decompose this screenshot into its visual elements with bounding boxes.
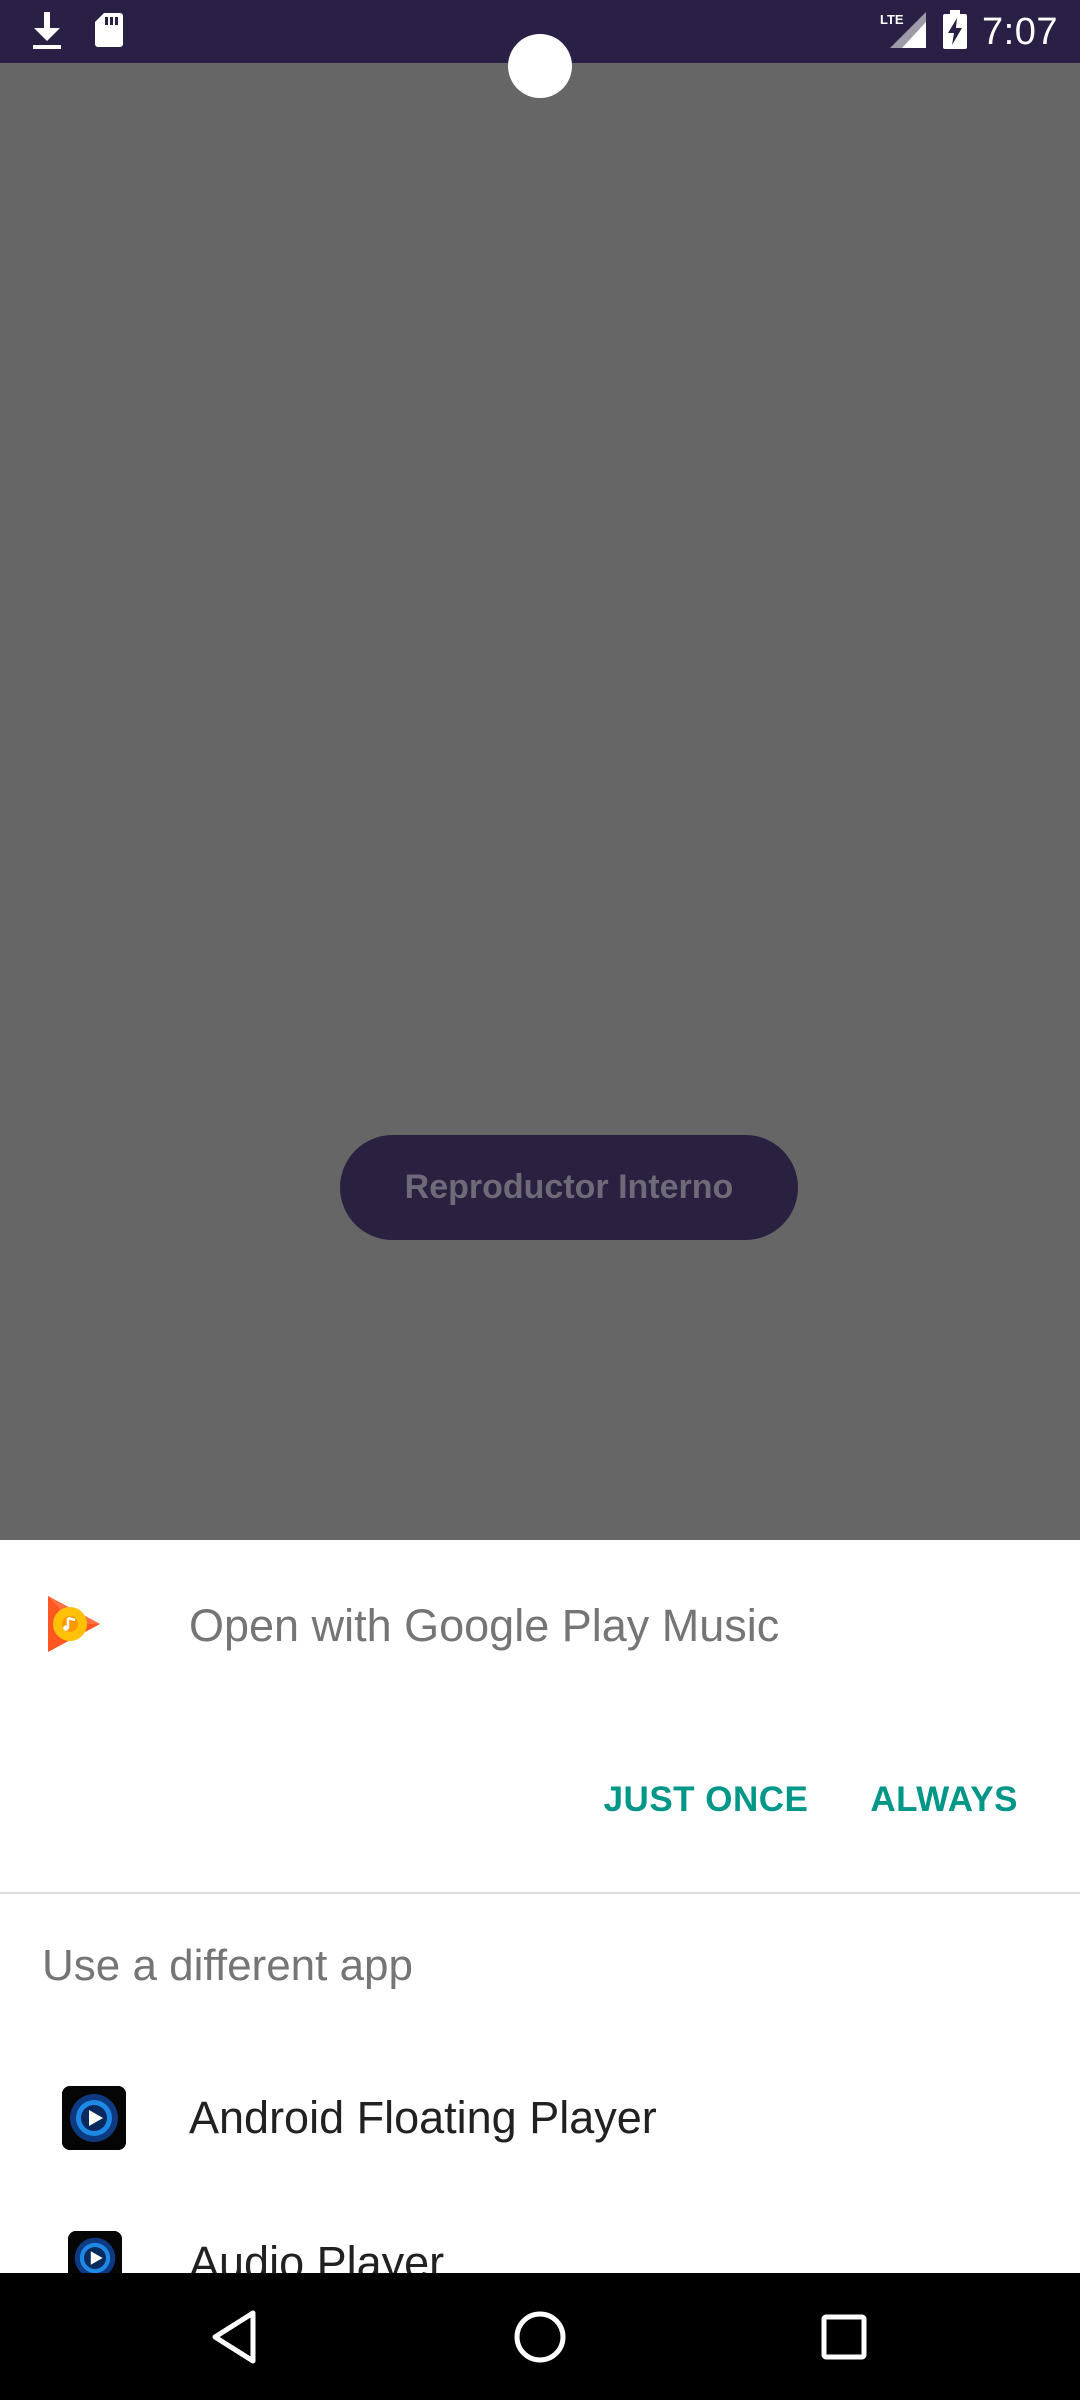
app-item-label: Audio Player [189,2237,445,2273]
status-notifications [30,10,124,54]
sheet-title: Open with Google Play Music [189,1600,780,1651]
status-bar: LTE 7:07 [0,0,1080,98]
screen: LTE 7:07 Reproductor Interno Open with G… [0,0,1080,2400]
use-different-app-label: Use a different app [42,1941,413,1990]
camera-cutout [508,34,572,98]
audio-player-icon [68,2231,122,2273]
app-item-label: Android Floating Player [189,2092,657,2143]
internal-player-button[interactable]: Reproductor Interno [340,1135,798,1240]
recents-icon[interactable] [808,2301,880,2373]
open-with-sheet: Open with Google Play Music JUST ONCE AL… [0,1540,1080,2273]
sheet-header: Open with Google Play Music [0,1540,1080,1710]
just-once-button[interactable]: JUST ONCE [604,1776,809,1824]
divider [0,1892,1080,1894]
svg-text:LTE: LTE [880,12,904,27]
sd-card-icon [94,11,124,54]
app-item-android-floating-player[interactable]: Android Floating Player [0,2045,1080,2193]
home-icon[interactable] [504,2301,576,2373]
google-play-music-icon [44,1594,104,1654]
back-icon[interactable] [199,2301,271,2373]
download-icon [30,10,64,55]
navigation-bar [0,2273,1080,2400]
lte-signal-icon: LTE [880,10,928,55]
battery-charging-icon [942,9,968,55]
floating-player-icon [62,2086,126,2150]
always-button[interactable]: ALWAYS [870,1776,1018,1824]
status-time: 7:07 [982,10,1058,53]
status-system: LTE 7:07 [880,6,1058,58]
app-item-audio-player[interactable]: Audio Player [0,2190,1080,2273]
sheet-actions: JUST ONCE ALWAYS [604,1776,1018,1824]
